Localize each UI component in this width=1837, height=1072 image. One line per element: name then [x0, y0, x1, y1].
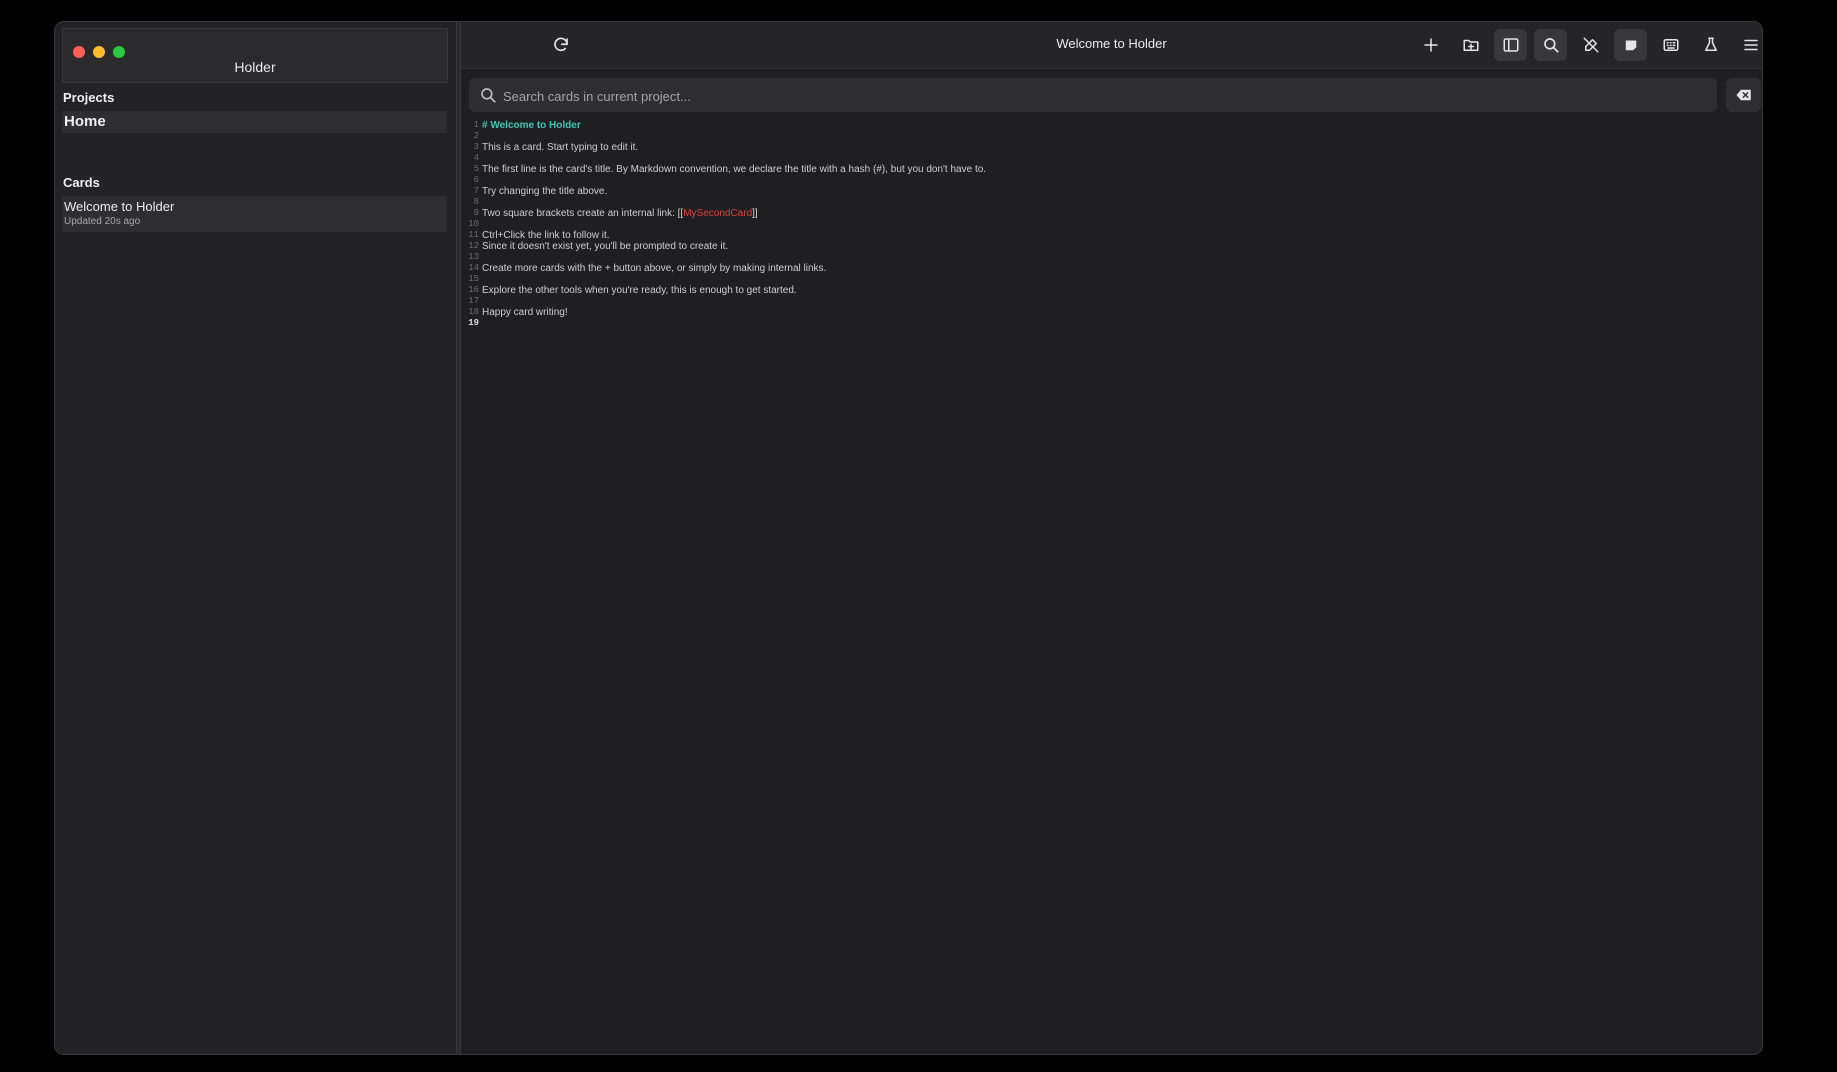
search-icon — [1543, 38, 1559, 53]
toggle-search-button[interactable] — [1534, 29, 1567, 61]
line-number: 12 — [468, 241, 479, 251]
sidebar: Holder Projects Home Cards Welcome to Ho… — [55, 22, 456, 1054]
search-icon — [479, 86, 497, 104]
line-number: 11 — [468, 230, 479, 240]
window-minimize-button[interactable] — [93, 46, 105, 58]
main-panel: Welcome to Holder Search cards in curren… — [461, 22, 1762, 1054]
search-bar — [469, 78, 1717, 114]
pen-off-icon — [1583, 37, 1598, 53]
line-text: Try changing the title above. — [482, 186, 608, 197]
line-number: 6 — [473, 175, 479, 185]
line-number: 7 — [473, 186, 479, 196]
project-item-home[interactable]: Home — [62, 111, 447, 133]
card-updated-time: Updated 20s ago — [64, 216, 141, 227]
flask-icon — [1704, 37, 1717, 51]
line-text: Create more cards with the + button abov… — [482, 263, 827, 274]
line-number: 10 — [468, 219, 479, 229]
card-title: Welcome to Holder — [64, 199, 175, 214]
line-text: The first line is the card's title. By M… — [482, 164, 987, 175]
new-project-button[interactable] — [1454, 29, 1487, 61]
line-text-heading: # Welcome to Holder — [482, 120, 581, 131]
line-text: Since it doesn't exist yet, you'll be pr… — [482, 241, 729, 252]
line-number: 2 — [473, 131, 479, 141]
toolbar: Welcome to Holder — [461, 22, 1762, 69]
sidebar-toggle-icon — [1503, 38, 1518, 52]
line-number: 5 — [473, 164, 479, 174]
line-number: 3 — [473, 142, 479, 152]
window-close-button[interactable] — [73, 46, 85, 58]
line-number: 17 — [468, 296, 479, 306]
line-number: 8 — [473, 197, 479, 207]
cards-title: Cards — [63, 175, 100, 190]
line-number: 16 — [468, 285, 479, 295]
plus-icon — [1423, 38, 1438, 52]
keyboard-icon — [1663, 39, 1678, 51]
line-text: Happy card writing! — [482, 307, 568, 318]
toggle-edit-button[interactable] — [1574, 29, 1607, 61]
card-editor[interactable]: 1 # Welcome to Holder 2 3 This is a card. St… — [461, 118, 1762, 1054]
line-number: 19 — [468, 318, 479, 328]
card-icon — [1625, 40, 1636, 51]
app-window: Holder Projects Home Cards Welcome to Ho… — [54, 21, 1763, 1055]
search-input[interactable] — [501, 78, 1705, 114]
new-card-button[interactable] — [1414, 29, 1447, 61]
sidebar-header: Holder — [62, 28, 448, 83]
keyboard-shortcuts-button[interactable] — [1654, 29, 1687, 61]
line-text-before-link: Two square brackets create an internal l… — [482, 208, 678, 219]
clear-search-button[interactable] — [1726, 78, 1761, 112]
backspace-icon — [1736, 89, 1751, 101]
app-name: Holder — [234, 59, 276, 75]
line-number: 13 — [468, 252, 479, 262]
folder-plus-icon — [1463, 39, 1478, 51]
card-view-button[interactable] — [1614, 29, 1647, 61]
line-number: 1 — [473, 120, 479, 130]
line-text: Explore the other tools when you're read… — [482, 285, 797, 296]
window-maximize-button[interactable] — [113, 46, 125, 58]
line-text: Ctrl+Click the link to follow it. — [482, 230, 610, 241]
menu-button[interactable] — [1734, 29, 1762, 61]
link-close-brackets: ]] — [752, 208, 758, 219]
line-number: 15 — [468, 274, 479, 284]
projects-title: Projects — [63, 90, 115, 105]
card-item[interactable]: Welcome to Holder Updated 20s ago — [62, 196, 447, 232]
menu-icon — [1743, 39, 1758, 51]
experimental-button[interactable] — [1694, 29, 1727, 61]
line-text: This is a card. Start typing to edit it. — [482, 142, 639, 153]
line-number: 4 — [473, 153, 479, 163]
toggle-sidebar-button[interactable] — [1494, 29, 1527, 61]
line-number: 9 — [473, 208, 479, 218]
line-number: 18 — [468, 307, 479, 317]
internal-link[interactable]: MySecondCard — [683, 208, 752, 219]
line-text: Two square brackets create an internal l… — [482, 208, 758, 219]
line-number: 14 — [468, 263, 479, 273]
